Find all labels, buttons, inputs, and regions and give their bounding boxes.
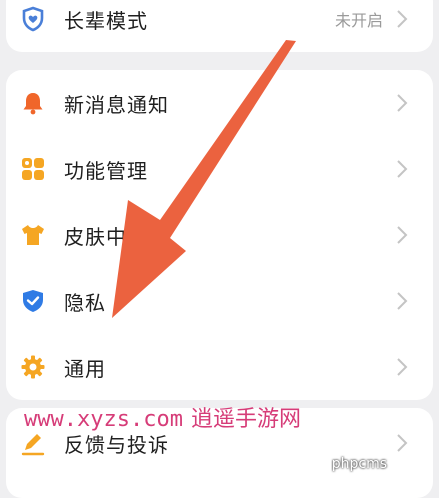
privacy-row[interactable]: 隐私 [6, 268, 433, 334]
chevron-right-icon [397, 160, 408, 178]
heart-shield-icon [18, 4, 48, 34]
chevron-right-icon [397, 292, 408, 310]
chevron-right-icon [397, 10, 408, 28]
shield-check-icon [18, 286, 48, 316]
chevron-right-icon [397, 94, 408, 112]
settings-card: 新消息通知 功能管理 皮肤中 隐私 通用 [6, 70, 433, 400]
chevron-right-icon [397, 358, 408, 376]
watermark-site-name: 逍遥手游网 [190, 407, 301, 432]
general-row[interactable]: 通用 [6, 334, 433, 400]
grid-icon [18, 154, 48, 184]
site-watermark: www.xyzs.com 逍遥手游网 [24, 401, 301, 433]
gear-icon [18, 352, 48, 382]
general-label: 通用 [64, 356, 106, 381]
elder-mode-card: 长辈模式 未开启 [6, 0, 433, 52]
elder-mode-status: 未开启 [334, 11, 383, 30]
watermark-url: www.xyzs.com [24, 407, 183, 432]
features-label: 功能管理 [64, 158, 148, 183]
chevron-right-icon [397, 434, 408, 452]
skin-label: 皮肤中 [64, 224, 127, 249]
corner-watermark: phpcms [331, 456, 387, 472]
bell-icon [18, 88, 48, 118]
notifications-row[interactable]: 新消息通知 [6, 70, 433, 136]
elder-mode-label: 长辈模式 [64, 8, 148, 33]
privacy-label: 隐私 [64, 290, 106, 315]
tshirt-icon [18, 220, 48, 250]
elder-mode-row[interactable]: 长辈模式 未开启 [6, 0, 433, 52]
chevron-right-icon [397, 226, 408, 244]
notifications-label: 新消息通知 [64, 92, 169, 117]
features-row[interactable]: 功能管理 [6, 136, 433, 202]
skin-row[interactable]: 皮肤中 [6, 202, 433, 268]
